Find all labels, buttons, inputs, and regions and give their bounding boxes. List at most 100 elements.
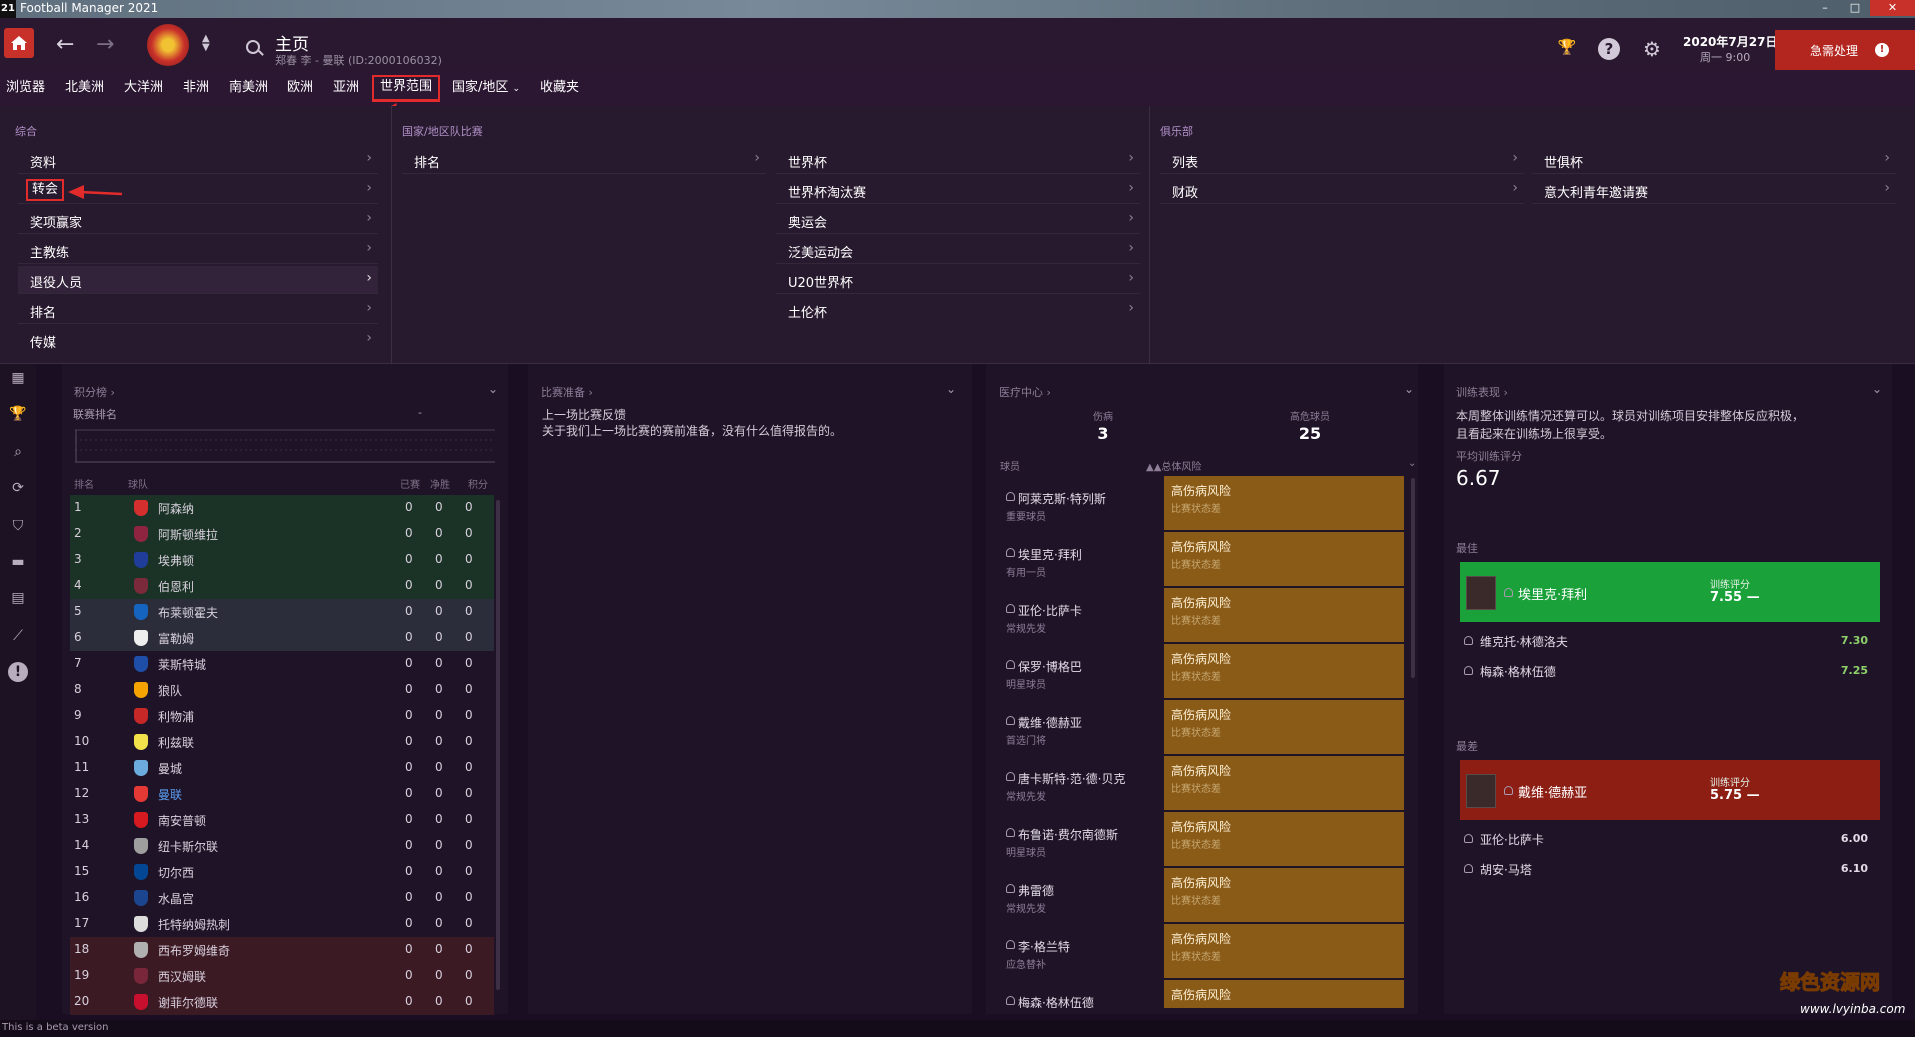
table-cell-team[interactable]: 富勒姆 (158, 630, 194, 647)
refresh-icon[interactable]: ⟳ (8, 478, 28, 498)
menu-item-olympics[interactable]: 奥运会 › (776, 206, 1140, 234)
close-icon[interactable]: ✕ (1870, 0, 1915, 16)
menu-item-media[interactable]: 传媒 › (18, 326, 378, 354)
trend-icon[interactable]: ⟋ (8, 626, 28, 646)
table-cell-team[interactable]: 布莱顿霍夫 (158, 604, 218, 621)
table-row[interactable]: 15 切尔西 0 0 0 (70, 859, 494, 885)
table-cell-team[interactable]: 埃弗顿 (158, 552, 194, 569)
trophy-icon[interactable]: 🏆 (8, 404, 28, 424)
panel-title[interactable]: 积分榜 › (74, 384, 115, 400)
col-header-played[interactable]: 已赛 (400, 476, 420, 491)
player-name[interactable]: 李·格兰特 (1018, 938, 1070, 955)
table-row[interactable]: 9 利物浦 0 0 0 (70, 703, 494, 729)
player-name[interactable]: 埃里克·拜利 (1018, 546, 1082, 563)
col-header-risk[interactable]: ▲▲总体风险 (1146, 458, 1201, 473)
menu-item-rankings[interactable]: 排名 › (18, 296, 378, 324)
list-item[interactable]: 亚伦·比萨卡 6.00 (1460, 826, 1880, 852)
list-item[interactable]: 维克托·林德洛夫 7.30 (1460, 628, 1880, 654)
list-item[interactable]: 埃里克·拜利 有用一员 高伤病风险 比赛状态差 (998, 532, 1404, 588)
club-crest-icon[interactable] (147, 24, 189, 66)
table-cell-team[interactable]: 莱斯特城 (158, 656, 206, 673)
table-row[interactable]: 4 伯恩利 0 0 0 (70, 573, 494, 599)
list-item[interactable]: 布鲁诺·费尔南德斯 明星球员 高伤病风险 比赛状态差 (998, 812, 1404, 868)
menu-item-club-world-cup[interactable]: 世俱杯 › (1532, 146, 1896, 174)
table-row[interactable]: 1 阿森纳 0 0 0 (70, 495, 494, 521)
table-row[interactable]: 8 狼队 0 0 0 (70, 677, 494, 703)
menu-item-world-cup-qualifiers[interactable]: 世界杯淘汰赛 › (776, 176, 1140, 204)
player-name[interactable]: 梅森·格林伍德 (1018, 994, 1094, 1008)
table-row[interactable]: 13 南安普顿 0 0 0 (70, 807, 494, 833)
list-item[interactable]: 弗雷德 常规先发 高伤病风险 比赛状态差 (998, 868, 1404, 924)
urgent-continue-button[interactable]: 急需处理 ! (1775, 30, 1915, 70)
table-cell-team[interactable]: 西汉姆联 (158, 968, 206, 985)
table-cell-team[interactable]: 纽卡斯尔联 (158, 838, 218, 855)
table-row[interactable]: 18 西布罗姆维奇 0 0 0 (70, 937, 494, 963)
player-name[interactable]: 唐卡斯特·范·德·贝克 (1018, 770, 1125, 787)
gear-icon[interactable]: ⚙ (1641, 38, 1663, 60)
table-cell-team[interactable]: 切尔西 (158, 864, 194, 881)
tab-north-america[interactable]: 北美洲 (61, 76, 108, 100)
alert-icon[interactable]: ! (8, 662, 28, 682)
table-cell-team[interactable]: 利兹联 (158, 734, 194, 751)
table-row[interactable]: 7 莱斯特城 0 0 0 (70, 651, 494, 677)
chevron-down-icon[interactable]: ⌄ (946, 382, 956, 396)
menu-item-toulon-cup[interactable]: 土伦杯 › (776, 296, 1140, 324)
menu-item-profile[interactable]: 资料 › (18, 146, 378, 174)
table-cell-team[interactable]: 伯恩利 (158, 578, 194, 595)
table-row[interactable]: 20 谢菲尔德联 0 0 0 (70, 989, 494, 1015)
tab-europe[interactable]: 欧洲 (283, 76, 317, 100)
tab-asia[interactable]: 亚洲 (329, 76, 363, 100)
list-item[interactable]: 亚伦·比萨卡 常规先发 高伤病风险 比赛状态差 (998, 588, 1404, 644)
forward-arrow-icon[interactable]: → (96, 32, 114, 57)
back-arrow-icon[interactable]: ← (56, 32, 74, 57)
table-row[interactable]: 17 托特纳姆热刺 0 0 0 (70, 911, 494, 937)
menu-item-u20-world-cup[interactable]: U20世界杯 › (776, 266, 1140, 294)
chevron-down-icon[interactable]: ⌄ (1872, 382, 1882, 396)
player-name[interactable]: 亚伦·比萨卡 (1018, 602, 1082, 619)
table-row[interactable]: 10 利兹联 0 0 0 (70, 729, 494, 755)
player-name[interactable]: 亚伦·比萨卡 (1480, 831, 1544, 848)
col-header-team[interactable]: 球队 (128, 476, 148, 491)
menu-item-world-cup[interactable]: 世界杯 › (776, 146, 1140, 174)
table-row[interactable]: 19 西汉姆联 0 0 0 (70, 963, 494, 989)
list-item[interactable]: 戴维·德赫亚 首选门将 高伤病风险 比赛状态差 (998, 700, 1404, 756)
money-icon[interactable]: ▤ (8, 588, 28, 608)
search-icon[interactable]: ⌕ (8, 442, 28, 462)
menu-item-club-finances[interactable]: 财政 › (1160, 176, 1524, 204)
list-item[interactable]: 保罗·博格巴 明星球员 高伤病风险 比赛状态差 (998, 644, 1404, 700)
minimize-icon[interactable]: – (1810, 0, 1840, 16)
panel-title[interactable]: 训练表现 › (1456, 384, 1508, 400)
club-switch-icon[interactable]: ▲ ▼ (202, 34, 210, 53)
tab-nation-region[interactable]: 国家/地区 ⌄ (448, 76, 524, 100)
table-row[interactable]: 3 埃弗顿 0 0 0 (70, 547, 494, 573)
player-name[interactable]: 保罗·博格巴 (1018, 658, 1082, 675)
menu-item-national-rankings[interactable]: 排名 › (402, 146, 766, 174)
col-header-player[interactable]: 球员 (1000, 458, 1020, 473)
table-cell-team[interactable]: 曼联 (158, 786, 182, 803)
table-row[interactable]: 2 阿斯顿维拉 0 0 0 (70, 521, 494, 547)
panel-title[interactable]: 比赛准备 › (541, 384, 593, 400)
menu-item-italy-youth-invitational[interactable]: 意大利青年邀请赛 › (1532, 176, 1896, 204)
table-cell-team[interactable]: 水晶宫 (158, 890, 194, 907)
tab-south-america[interactable]: 南美洲 (225, 76, 272, 100)
briefcase-icon[interactable]: ▬ (8, 552, 28, 572)
chevron-down-icon[interactable]: ⌄ (1404, 382, 1414, 396)
table-row[interactable]: 11 曼城 0 0 0 (70, 755, 494, 781)
list-item[interactable]: 李·格兰特 应急替补 高伤病风险 比赛状态差 (998, 924, 1404, 980)
worst-player-card[interactable]: 戴维·德赫亚 训练评分 5.75 — (1460, 760, 1880, 820)
standings-scrollbar[interactable] (496, 500, 500, 990)
panel-title[interactable]: 医疗中心 › (999, 384, 1051, 400)
tab-browser[interactable]: 浏览器 (2, 76, 49, 100)
list-item[interactable]: 阿莱克斯·特列斯 重要球员 高伤病风险 比赛状态差 (998, 476, 1404, 532)
table-cell-team[interactable]: 谢菲尔德联 (158, 994, 218, 1011)
table-row[interactable]: 14 纽卡斯尔联 0 0 0 (70, 833, 494, 859)
table-cell-team[interactable]: 托特纳姆热刺 (158, 916, 230, 933)
table-row[interactable]: 5 布莱顿霍夫 0 0 0 (70, 599, 494, 625)
player-name[interactable]: 布鲁诺·费尔南德斯 (1018, 826, 1118, 843)
menu-item-pan-american-games[interactable]: 泛美运动会 › (776, 236, 1140, 264)
table-cell-team[interactable]: 南安普顿 (158, 812, 206, 829)
player-name[interactable]: 弗雷德 (1018, 882, 1054, 899)
player-name[interactable]: 维克托·林德洛夫 (1480, 633, 1568, 650)
table-row[interactable]: 16 水晶宫 0 0 0 (70, 885, 494, 911)
tab-favorites[interactable]: 收藏夹 (536, 76, 583, 100)
